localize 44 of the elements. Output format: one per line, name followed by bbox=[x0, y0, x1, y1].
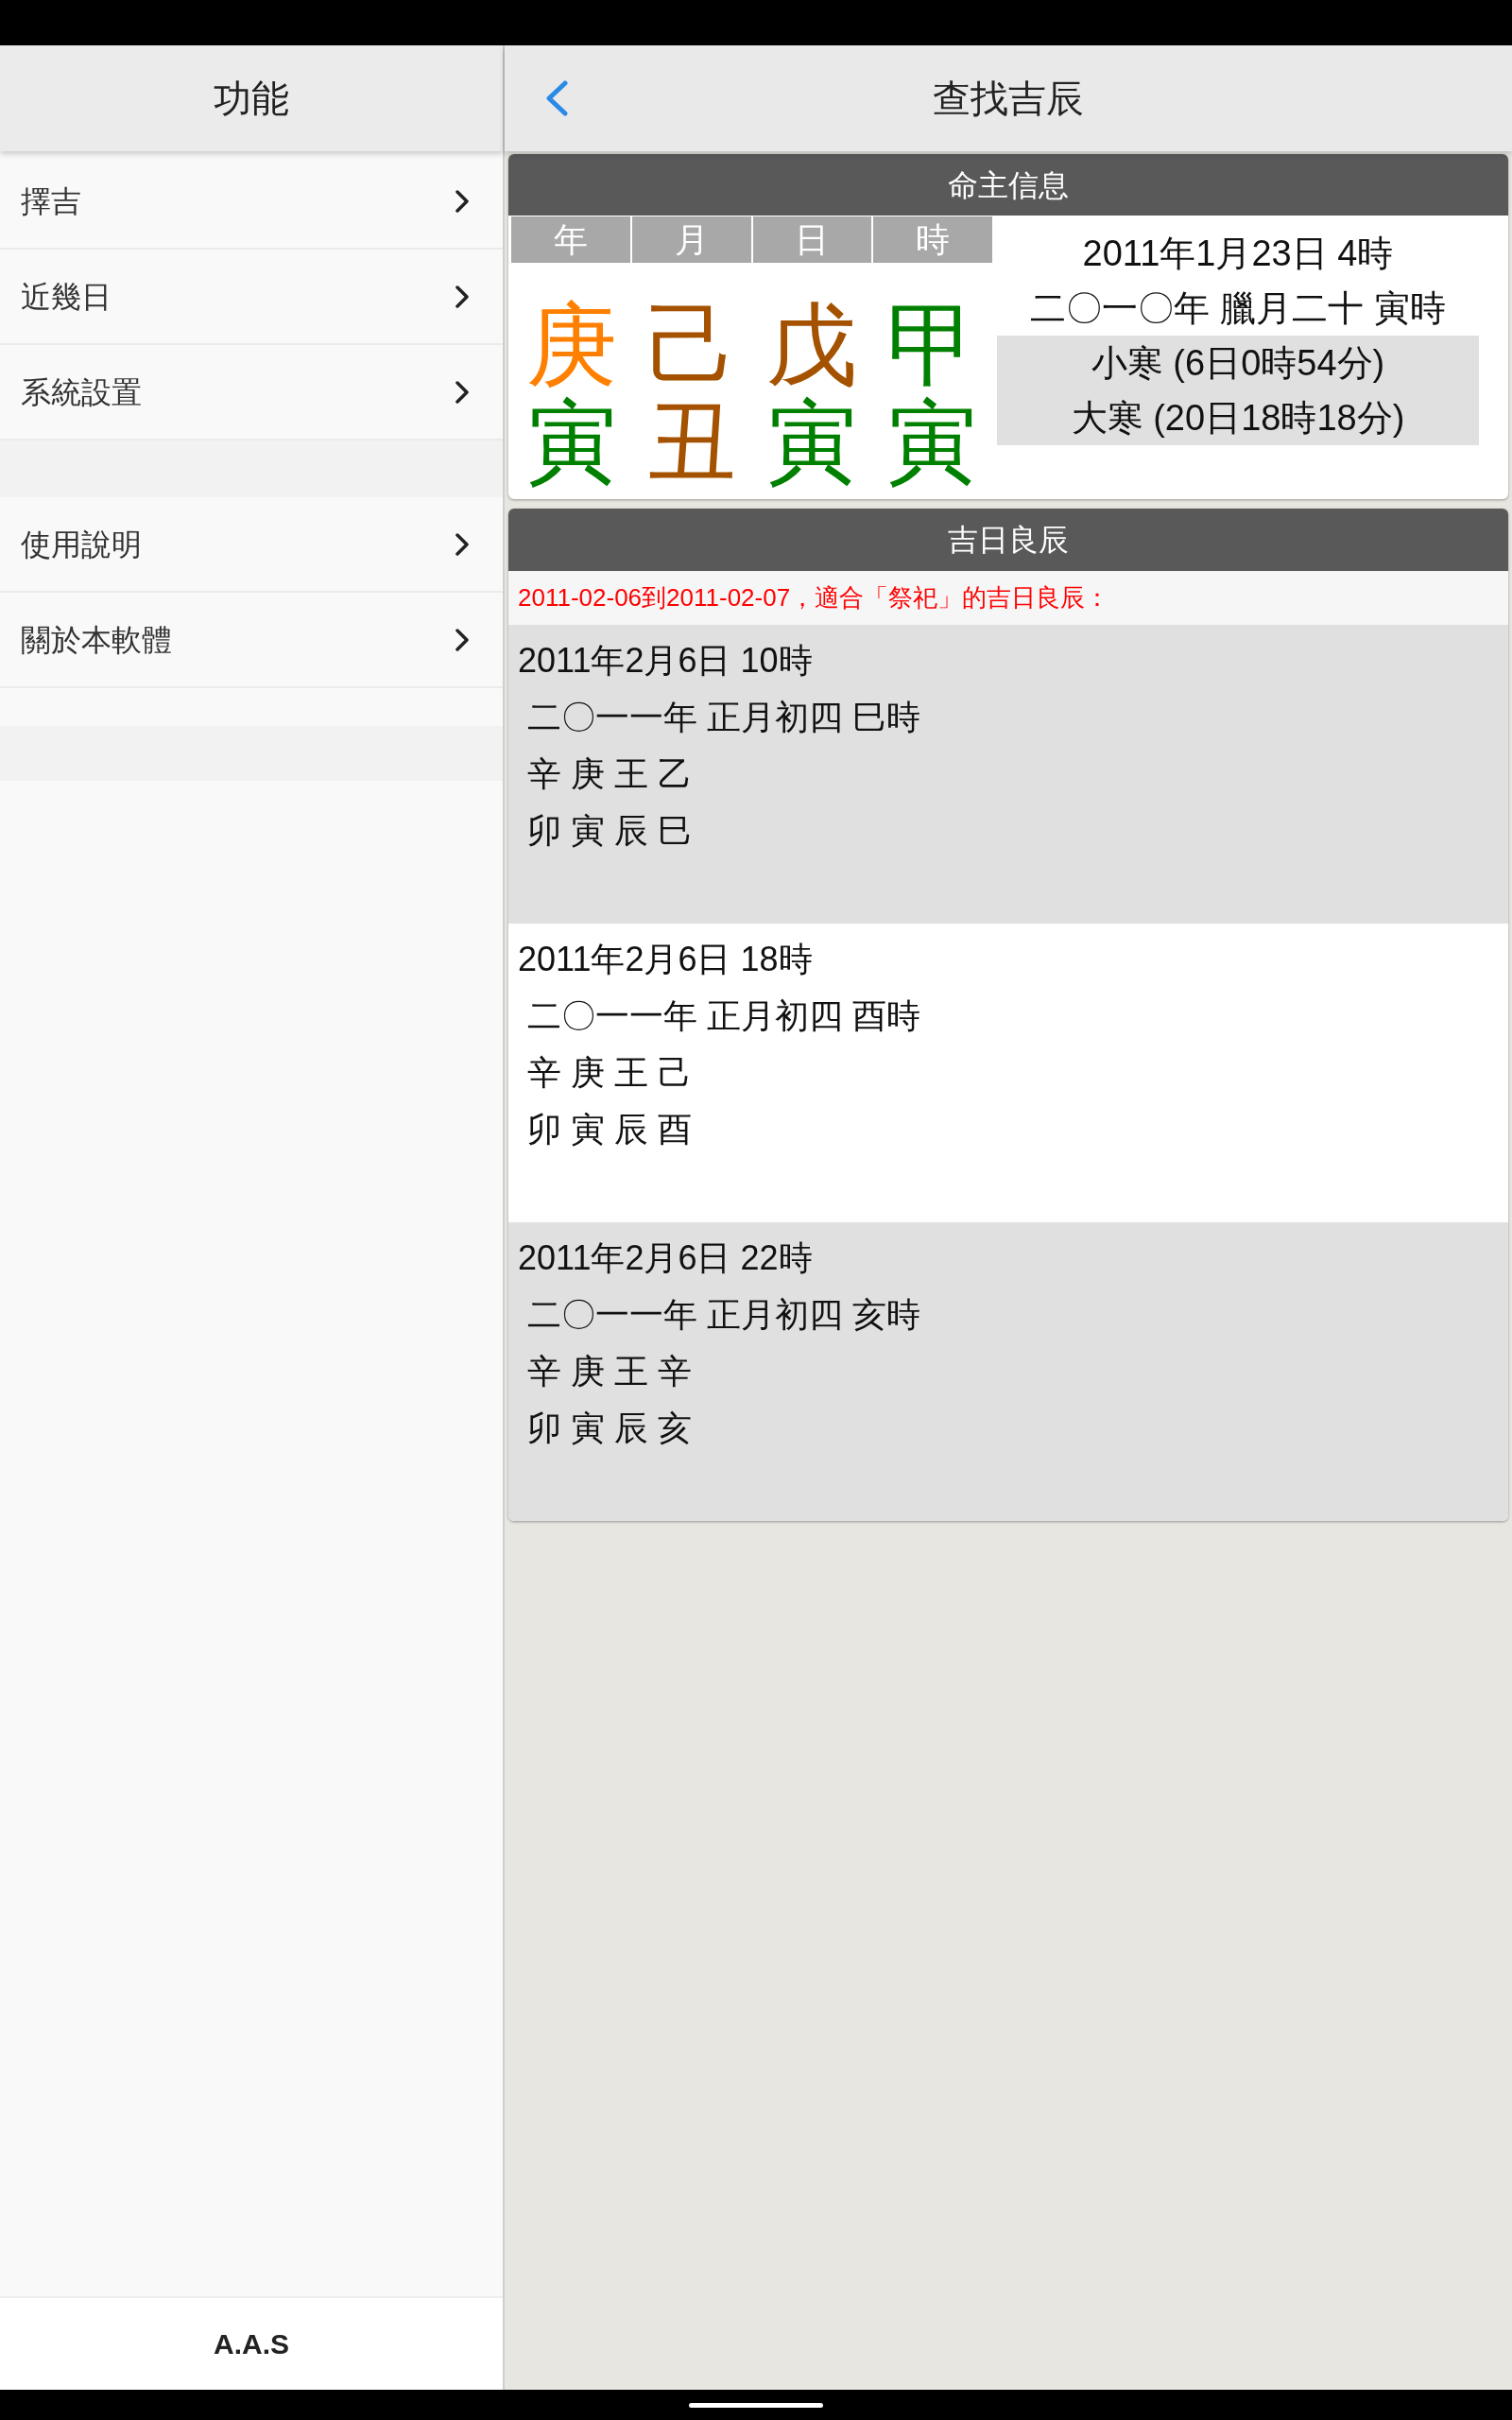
branch-character: 丑 bbox=[645, 397, 737, 488]
chevron-right-icon bbox=[455, 628, 469, 651]
entry-branches: 卯 寅 辰 酉 bbox=[527, 1110, 692, 1149]
chevron-right-icon bbox=[455, 532, 469, 556]
chevron-left-icon bbox=[545, 80, 568, 116]
stem-character: 甲 bbox=[886, 300, 978, 390]
chevron-right-icon bbox=[455, 189, 469, 213]
result-entry[interactable]: 2011年2月6日 10時 二〇一一年 正月初四 巳時 辛 庚 王 乙 卯 寅 辰 巳 bbox=[508, 625, 1508, 924]
column-header: 月 bbox=[631, 216, 751, 263]
entry-stems: 辛 庚 王 乙 bbox=[527, 754, 692, 793]
solar-date: 2011年1月23日 4時 bbox=[1081, 233, 1395, 275]
section-header: 吉日良辰 bbox=[508, 509, 1508, 571]
summary-text: 2011-02-06到2011-02-07，適合「祭祀」的吉日良辰： bbox=[508, 571, 1508, 625]
entry-stems: 辛 庚 王 己 bbox=[527, 1053, 692, 1092]
result-entry[interactable]: 2011年2月6日 22時 二〇一一年 正月初四 亥時 辛 庚 王 辛 卯 寅 辰 亥 bbox=[508, 1222, 1508, 1521]
entry-solar-date: 2011年2月6日 22時 bbox=[518, 1238, 813, 1277]
column-header: 時 bbox=[873, 216, 992, 263]
lunar-date: 二〇一〇年 臘月二十 寅時 bbox=[1029, 287, 1447, 330]
page-title: 查找吉辰 bbox=[933, 77, 1084, 121]
sidebar-title: 功能 bbox=[214, 77, 289, 121]
stem-character: 己 bbox=[645, 300, 737, 390]
entry-solar-date: 2011年2月6日 18時 bbox=[518, 940, 813, 978]
home-indicator[interactable] bbox=[689, 2402, 823, 2408]
result-entry[interactable]: 2011年2月6日 18時 二〇一一年 正月初四 酉時 辛 庚 王 己 卯 寅 辰 酉 bbox=[508, 924, 1508, 1222]
entry-stems: 辛 庚 王 辛 bbox=[527, 1352, 692, 1391]
app-name: A.A.S bbox=[214, 2327, 289, 2361]
column-header: 日 bbox=[752, 216, 872, 263]
branch-character: 寅 bbox=[886, 397, 978, 488]
section-header: 命主信息 bbox=[508, 154, 1508, 216]
chevron-right-icon bbox=[455, 285, 469, 308]
stem-character: 庚 bbox=[525, 300, 617, 390]
stem-character: 戊 bbox=[766, 300, 858, 390]
branch-character: 寅 bbox=[525, 397, 617, 488]
entry-lunar-date: 二〇一一年 正月初四 酉時 bbox=[527, 996, 920, 1035]
branch-character: 寅 bbox=[766, 397, 858, 488]
entry-lunar-date: 二〇一一年 正月初四 巳時 bbox=[527, 698, 920, 736]
entry-solar-date: 2011年2月6日 10時 bbox=[518, 641, 813, 680]
solar-term: 小寒 (6日0時54分) bbox=[1090, 342, 1386, 385]
entry-branches: 卯 寅 辰 亥 bbox=[527, 1409, 692, 1447]
column-header: 年 bbox=[511, 216, 630, 263]
solar-term: 大寒 (20日18時18分) bbox=[1070, 397, 1406, 440]
entry-lunar-date: 二〇一一年 正月初四 亥時 bbox=[527, 1295, 920, 1334]
entry-branches: 卯 寅 辰 巳 bbox=[527, 811, 692, 850]
chevron-right-icon bbox=[455, 380, 469, 404]
